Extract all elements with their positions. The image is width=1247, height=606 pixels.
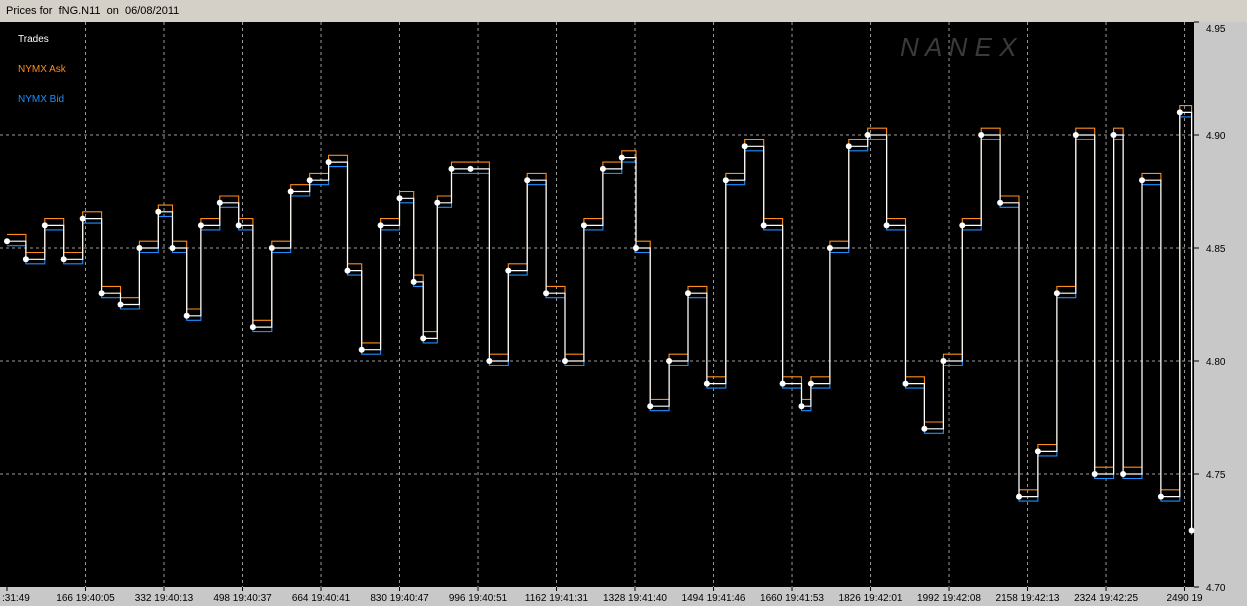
x-tick-label: 996 19:40:51 [449, 593, 508, 604]
trade-point [377, 222, 384, 229]
trade-point [1176, 109, 1183, 116]
trade-point [1188, 527, 1195, 534]
trade-point [1157, 493, 1164, 500]
price-chart: 4.70 4.75 4.80 4.85 4.90 4.95 :31:49 166 19:40… [0, 21, 1247, 606]
trade-point [864, 132, 871, 138]
trade-point [685, 290, 691, 297]
legend-trades: Trades [18, 34, 49, 45]
y-tick-label: 4.80 [1206, 357, 1226, 368]
x-tick-label: :31:49 [2, 593, 30, 604]
trade-point [235, 222, 242, 229]
trade-point [467, 165, 474, 172]
trade-point [41, 222, 48, 229]
x-tick-label: 1328 19:41:40 [603, 593, 667, 604]
trade-point [306, 177, 313, 184]
trade-point [197, 222, 204, 229]
trade-point [779, 380, 786, 387]
trade-point [1016, 493, 1022, 500]
trade-point [647, 403, 654, 410]
x-tick-label: 1162 19:41:31 [525, 593, 589, 604]
x-tick-label: 166 19:40:05 [56, 593, 115, 604]
trade-point [1072, 132, 1079, 138]
trade-point [79, 215, 86, 222]
x-tick-label: 2158 19:42:13 [996, 593, 1060, 604]
plot-area [0, 22, 1194, 587]
trade-point [618, 154, 625, 161]
trade-point [760, 222, 767, 229]
trade-point [741, 143, 748, 150]
trade-point [703, 380, 710, 387]
trade-point [1034, 448, 1041, 455]
trade-point [1110, 132, 1117, 138]
trade-point [798, 403, 805, 410]
x-tick-label: 1660 19:41:53 [760, 593, 824, 604]
trade-point [997, 199, 1004, 206]
x-tick-label: 498 19:40:37 [213, 593, 272, 604]
trade-point [486, 358, 493, 364]
y-tick-label: 4.70 [1206, 583, 1226, 594]
legend-ask: NYMX Ask [18, 64, 67, 75]
trade-point [325, 159, 332, 166]
trade-point [807, 380, 814, 387]
trade-point [183, 312, 190, 319]
trade-point [420, 335, 427, 342]
trade-point [155, 208, 162, 215]
trade-point [562, 358, 568, 364]
x-tick-label: 2324 19:42:25 [1074, 593, 1138, 604]
trade-point [169, 245, 176, 251]
x-tick-label: 664 19:40:41 [292, 593, 351, 604]
trade-point [845, 143, 852, 150]
trade-point [287, 188, 294, 195]
trade-point [1091, 471, 1098, 477]
trade-point [902, 380, 909, 387]
trade-point [666, 358, 673, 364]
trade-point [22, 256, 29, 263]
trade-point [1053, 290, 1060, 297]
trade-point [959, 222, 966, 229]
legend-bid: NYMX Bid [18, 94, 64, 105]
trade-point [60, 256, 67, 263]
trade-point [524, 177, 531, 184]
y-tick-label: 4.85 [1206, 244, 1226, 255]
trade-point [216, 199, 223, 206]
trade-point [249, 324, 256, 331]
x-tick-label: 1826 19:42:01 [839, 593, 903, 604]
trade-point [722, 177, 729, 184]
trade-point [1120, 471, 1127, 477]
trade-point [4, 238, 10, 245]
trade-point [940, 358, 947, 364]
trade-point [448, 165, 455, 172]
trade-point [410, 278, 417, 285]
x-tick-label: 1992 19:42:08 [917, 593, 981, 604]
trade-point [978, 132, 985, 138]
trade-point [633, 245, 639, 251]
y-tick-label: 4.90 [1206, 131, 1226, 142]
trade-point [117, 301, 124, 308]
trade-point [358, 346, 365, 353]
x-tick-label: 1494 19:41:46 [682, 593, 746, 604]
y-axis-panel [1194, 22, 1247, 587]
trade-point [826, 245, 833, 251]
trade-point [268, 245, 275, 251]
trade-point [599, 165, 606, 172]
trade-point [1139, 177, 1145, 184]
y-tick-label: 4.95 [1206, 24, 1226, 35]
trade-point [543, 290, 550, 297]
x-tick-label: 2490 19 [1166, 593, 1203, 604]
trade-point [136, 245, 143, 251]
watermark-logo: N A N E X [900, 32, 1018, 62]
trade-point [434, 199, 441, 206]
trade-point [505, 267, 512, 274]
trade-point [883, 222, 890, 229]
trade-point [921, 425, 928, 432]
trade-point [396, 195, 403, 202]
x-tick-label: 332 19:40:13 [135, 593, 194, 604]
trade-point [580, 222, 587, 229]
x-tick-label: 830 19:40:47 [370, 593, 429, 604]
trade-point [344, 267, 351, 274]
y-tick-label: 4.75 [1206, 470, 1226, 481]
trade-point [98, 290, 105, 297]
